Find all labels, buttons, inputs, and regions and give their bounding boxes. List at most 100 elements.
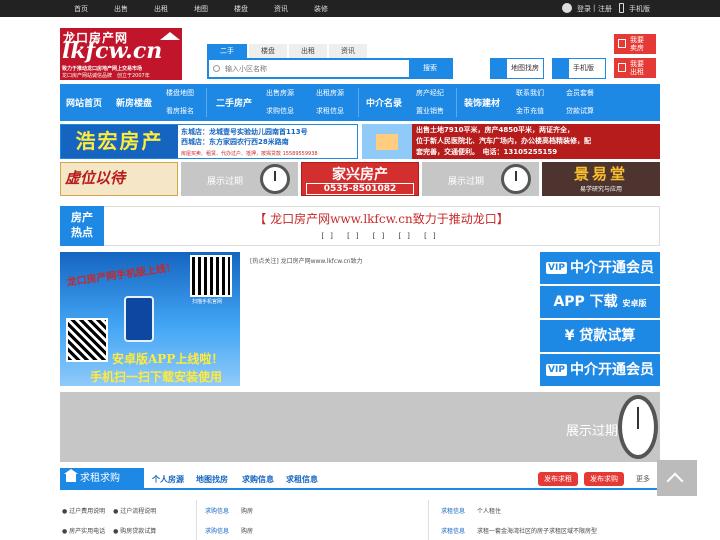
footer-link[interactable]: 购房贷款试算 <box>120 528 156 535</box>
top-link-decor[interactable]: 装修 <box>314 4 328 14</box>
rent-label-1: 我要 <box>630 60 644 68</box>
ad-jingyi[interactable]: 景易堂 易学研究与应用 <box>542 162 660 196</box>
nav-sale-list[interactable]: 出售房源 <box>266 88 294 98</box>
list-item[interactable]: 求购信息 购房 <box>205 506 253 515</box>
map-search-button[interactable]: 地图找房 <box>490 58 544 79</box>
list-item-tag: 求购信息 <box>205 528 230 535</box>
map-pin-icon <box>491 59 507 78</box>
app-banner[interactable]: 龙口房产网手机版上线！ 扫描手机官网 安卓版APP上线啦！ 手机扫一扫下载安装使… <box>60 252 240 386</box>
nav-broker[interactable]: 房产经纪 <box>416 88 444 98</box>
nav-new[interactable]: 新房楼盘 <box>116 96 152 109</box>
nav-new-signup[interactable]: 看房报名 <box>166 106 194 116</box>
list-item-text: 个人租住 <box>476 508 501 515</box>
app-download-button[interactable]: APP 下载 安卓版 <box>540 286 660 318</box>
top-link-sale[interactable]: 出售 <box>114 4 128 14</box>
ad-expired-2[interactable]: 展示过期 <box>422 162 539 196</box>
search-tab-estate[interactable]: 楼盘 <box>249 44 287 58</box>
register-link[interactable]: 注册 <box>598 4 612 14</box>
hot-pager[interactable]: [] [] [] [] [] <box>104 232 659 240</box>
list-item[interactable]: 求租信息 个人租住 <box>441 506 501 515</box>
search-tab-second[interactable]: 二手 <box>207 44 247 58</box>
hot-news-item[interactable]: [热点关注] 龙口房产网www.lkfcw.cn致力 <box>250 256 363 265</box>
qr-code-icon <box>190 255 232 297</box>
login-link[interactable]: 登录 <box>577 4 591 14</box>
mobile-version-button[interactable]: 手机版 <box>552 58 606 79</box>
sell-icon <box>618 39 626 48</box>
vip-member-label: 中介开通会员 <box>569 362 654 378</box>
ad-haohong[interactable]: 浩宏房产 东城店：龙城壹号实验幼儿园南首113号 西城店：东方家园农行西28米路… <box>60 124 358 159</box>
tab-map[interactable]: 地图找房 <box>196 474 228 485</box>
android-label: 安卓版 <box>622 299 647 308</box>
ad-expired-1[interactable]: 展示过期 <box>181 162 298 196</box>
search-button[interactable]: 搜索 <box>409 60 451 77</box>
rent-out-button[interactable]: 我要 出租 <box>614 58 656 78</box>
vip-member-button[interactable]: VIP 中介开通会员 <box>540 252 660 284</box>
top-link-rent[interactable]: 出租 <box>154 4 168 14</box>
vip-badge: VIP <box>546 364 567 376</box>
ad-sale-line1: 出售土地7910平米，房产4850平米，两证齐全， <box>416 126 574 134</box>
mobile-icon <box>553 59 569 78</box>
rent-label-2: 出租 <box>630 68 644 76</box>
sell-label-2: 卖房 <box>630 44 644 52</box>
tab-rent[interactable]: 求租信息 <box>286 474 318 485</box>
vip-member-button-2[interactable]: VIP 中介开通会员 <box>540 354 660 386</box>
search-tab-news[interactable]: 资讯 <box>329 44 367 58</box>
nav-agency[interactable]: 中介名录 <box>366 96 402 109</box>
more-link[interactable]: 更多 <box>636 474 650 484</box>
publish-buy-button[interactable]: 发布求购 <box>584 472 624 486</box>
nav-rent-list[interactable]: 出租房源 <box>316 88 344 98</box>
list-item[interactable]: 求租信息 求租一套金海湾社区的房子求租区域不限房型 <box>441 526 597 535</box>
mobile-version-label: 手机版 <box>573 64 594 72</box>
footer-link[interactable]: 房产实用电话 <box>69 528 105 535</box>
footer-link[interactable]: 过户费用说明 <box>69 508 105 515</box>
list-item[interactable]: 求购信息 购房 <box>205 526 253 535</box>
hot-box: 【 龙口房产网www.lkfcw.cn致力于推动龙口】 [] [] [] [] … <box>104 206 660 246</box>
nav-packages[interactable]: 会员套餐 <box>566 88 594 98</box>
site-logo[interactable]: 龙口房产网 lkfcw.cn 致力于推动龙口房地产网上交易市场 龙口房产网站诚信… <box>60 28 182 80</box>
list-item-tag: 求租信息 <box>441 508 466 515</box>
mobile-link[interactable]: 手机版 <box>629 4 650 14</box>
ad-vacant[interactable]: 虚位以待 <box>60 162 178 196</box>
nav-buy-info[interactable]: 求购信息 <box>266 106 294 116</box>
hot-headline[interactable]: 【 龙口房产网www.lkfcw.cn致力于推动龙口】 <box>104 210 659 227</box>
search-input[interactable] <box>225 62 405 75</box>
back-to-top-button[interactable] <box>657 460 697 496</box>
nav-sales[interactable]: 置业销售 <box>416 106 444 116</box>
sell-house-button[interactable]: 我要 卖房 <box>614 34 656 54</box>
top-link-news[interactable]: 资讯 <box>274 4 288 14</box>
roof-icon <box>160 32 180 40</box>
nav-home[interactable]: 网站首页 <box>66 96 102 109</box>
ad-sale-line2: 位于新人民医院北、汽车广场内，办公楼高档精装修，配 <box>416 137 591 145</box>
search-tab-rent[interactable]: 出租 <box>289 44 327 58</box>
nav-divider <box>206 88 207 117</box>
loan-calc-button[interactable]: ¥ 贷款试算 <box>540 320 660 352</box>
wide-ad-expired[interactable]: 展示过期 <box>60 392 660 462</box>
nav-loan[interactable]: 贷款试算 <box>566 106 594 116</box>
list-item-text: 求租一套金海湾社区的房子求租区域不限房型 <box>476 528 597 535</box>
list-item-tag: 求购信息 <box>205 508 230 515</box>
ad-jiaxing[interactable]: 家兴房产 0535-8501082 <box>301 162 419 196</box>
publish-rent-button[interactable]: 发布求租 <box>538 472 578 486</box>
wide-ad-text: 展示过期 <box>566 424 619 439</box>
nav-divider <box>358 88 359 117</box>
nav-second[interactable]: 二手房产 <box>216 96 252 109</box>
footer-left-row-2: ● 房产实用电话 ● 购房贷款试算 <box>62 528 157 535</box>
qr-code-icon <box>66 318 108 362</box>
nav-new-map[interactable]: 楼盘地图 <box>166 88 194 98</box>
nav-rent-info[interactable]: 求租信息 <box>316 106 344 116</box>
tab-personal[interactable]: 个人房源 <box>152 474 184 485</box>
ad-land-sale[interactable]: 出售土地7910平米，房产4850平米，两证齐全， 位于新人民医院北、汽车广场内… <box>362 124 660 159</box>
nav-decor[interactable]: 装饰建材 <box>464 96 500 109</box>
footer-link[interactable]: 过户流程说明 <box>120 508 156 515</box>
nav-contact[interactable]: 联系我们 <box>516 88 544 98</box>
tab-buy[interactable]: 求购信息 <box>242 474 274 485</box>
nav-coin[interactable]: 金币充值 <box>516 106 544 116</box>
logo-slogan: 致力于推动龙口房地产网上交易市场 <box>62 66 143 72</box>
top-link-estate[interactable]: 楼盘 <box>234 4 248 14</box>
clock-icon <box>501 164 531 194</box>
house-icon <box>376 134 398 150</box>
top-link-map[interactable]: 地图 <box>194 4 208 14</box>
ad-expired-text: 展示过期 <box>448 177 485 187</box>
banner-line1: 龙口房产网手机版上线！ <box>66 262 177 289</box>
top-link-home[interactable]: 首页 <box>74 4 88 14</box>
